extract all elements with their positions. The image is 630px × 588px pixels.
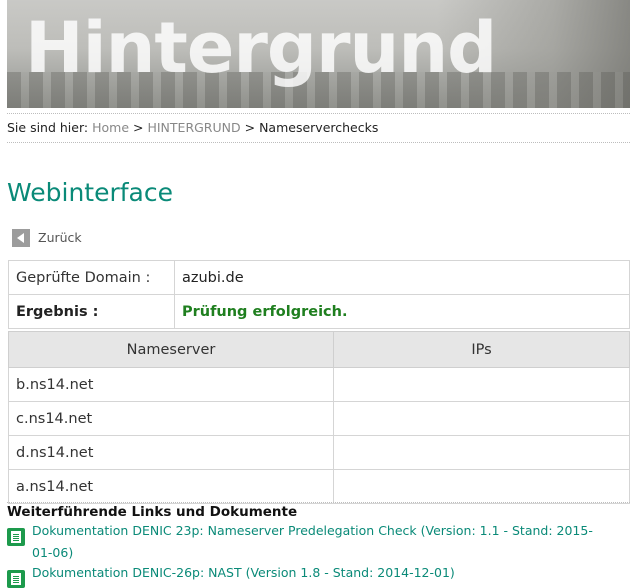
ips-cell — [333, 367, 630, 402]
nameserver-table: Nameserver IPs b.ns14.net c.ns14.net d.n… — [8, 331, 630, 504]
document-icon[interactable] — [7, 528, 25, 546]
domain-value: azubi.de — [174, 260, 630, 295]
table-header-row: Nameserver IPs — [8, 331, 630, 368]
ips-cell — [333, 401, 630, 436]
nameserver-cell: d.ns14.net — [8, 435, 334, 470]
table-row: b.ns14.net — [8, 367, 630, 402]
nameserver-cell: a.ns14.net — [8, 469, 334, 504]
nameserver-cell: c.ns14.net — [8, 401, 334, 436]
back-link[interactable]: Zurück — [12, 229, 82, 247]
column-header-ips: IPs — [333, 331, 630, 368]
links-heading: Weiterführende Links und Dokumente — [7, 502, 630, 521]
table-row: Ergebnis : Prüfung erfolgreich. — [8, 294, 630, 329]
document-link[interactable]: Dokumentation DENIC-26p: NAST (Version 1… — [32, 562, 602, 584]
breadcrumb: Sie sind hier: Home > HINTERGRUND > Name… — [7, 113, 630, 143]
breadcrumb-separator: > — [133, 120, 144, 135]
breadcrumb-current: Nameserverchecks — [259, 120, 379, 135]
banner-title: Hintergrund — [25, 7, 497, 89]
breadcrumb-link-hintergrund[interactable]: HINTERGRUND — [147, 120, 240, 135]
table-row: Geprüfte Domain : azubi.de — [8, 260, 630, 295]
ips-cell — [333, 435, 630, 470]
table-row: d.ns14.net — [8, 435, 630, 470]
breadcrumb-prefix: Sie sind hier: — [7, 120, 89, 135]
back-label[interactable]: Zurück — [38, 229, 82, 247]
ips-cell — [333, 469, 630, 504]
nameserver-cell: b.ns14.net — [8, 367, 334, 402]
document-icon[interactable] — [7, 570, 25, 588]
table-row: a.ns14.net — [8, 469, 630, 504]
result-value: Prüfung erfolgreich. — [174, 294, 630, 329]
breadcrumb-separator: > — [244, 120, 256, 135]
result-label: Ergebnis : — [8, 294, 175, 329]
breadcrumb-link-home[interactable]: Home — [92, 120, 129, 135]
table-row: c.ns14.net — [8, 401, 630, 436]
page-title: Webinterface — [7, 178, 174, 207]
column-header-nameserver: Nameserver — [8, 331, 334, 368]
header-banner: Hintergrund — [7, 0, 630, 108]
domain-label: Geprüfte Domain : — [8, 260, 175, 295]
arrow-left-icon[interactable] — [12, 229, 30, 247]
document-link[interactable]: Dokumentation DENIC 23p: Nameserver Pred… — [32, 520, 602, 564]
check-info-table: Geprüfte Domain : azubi.de Ergebnis : Pr… — [8, 260, 630, 329]
